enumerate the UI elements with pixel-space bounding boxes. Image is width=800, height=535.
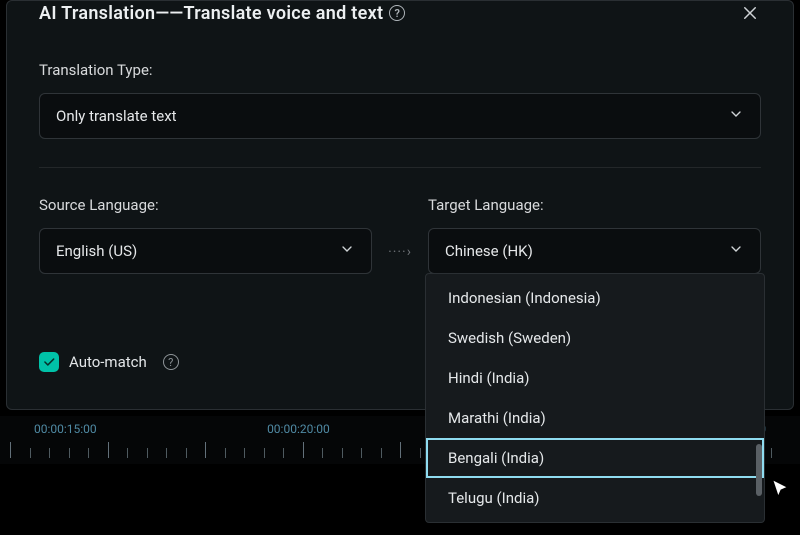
chevron-down-icon (339, 241, 355, 261)
mouse-cursor-icon (770, 478, 792, 500)
dropdown-option[interactable]: Hindi (India) (426, 358, 764, 398)
target-language-label: Target Language: (428, 196, 761, 214)
dropdown-option[interactable]: Indonesian (Indonesia) (426, 278, 764, 318)
dropdown-option[interactable]: Bengali (India) (426, 438, 764, 478)
language-row: Source Language: English (US) ····› Targ… (39, 168, 761, 274)
help-icon[interactable]: ? (389, 5, 405, 21)
chevron-down-icon (728, 241, 744, 261)
source-language-label: Source Language: (39, 196, 372, 214)
dialog-header: AI Translation——Translate voice and text… (39, 1, 761, 25)
translation-type-value: Only translate text (56, 107, 177, 125)
arrow-col: ····› (372, 168, 428, 260)
dropdown-option[interactable]: Telugu (India) (426, 478, 764, 518)
scrollbar-thumb[interactable] (756, 444, 762, 496)
help-icon[interactable]: ? (163, 354, 179, 370)
dropdown-option[interactable]: Marathi (India) (426, 398, 764, 438)
auto-match-label: Auto-match (69, 353, 147, 371)
chevron-down-icon (728, 106, 744, 126)
dropdown-option[interactable]: Swedish (Sweden) (426, 318, 764, 358)
target-language-value: Chinese (HK) (445, 242, 533, 260)
target-language-select[interactable]: Chinese (HK) (428, 228, 761, 274)
target-language-col: Target Language: Chinese (HK) (428, 168, 761, 274)
dialog-title-text: AI Translation——Translate voice and text (39, 3, 383, 24)
dialog-title: AI Translation——Translate voice and text… (39, 3, 405, 24)
target-language-dropdown[interactable]: Indonesian (Indonesia)Swedish (Sweden)Hi… (425, 273, 765, 523)
source-language-value: English (US) (56, 242, 137, 260)
auto-match-checkbox[interactable] (39, 352, 59, 372)
translation-type-label: Translation Type: (39, 61, 761, 79)
timeline-label: 00:00:15:00 (34, 422, 267, 436)
source-language-col: Source Language: English (US) (39, 168, 372, 274)
arrow-right-icon: ····› (388, 244, 412, 260)
translation-type-select[interactable]: Only translate text (39, 93, 761, 139)
source-language-select[interactable]: English (US) (39, 228, 372, 274)
close-button[interactable] (739, 2, 761, 24)
